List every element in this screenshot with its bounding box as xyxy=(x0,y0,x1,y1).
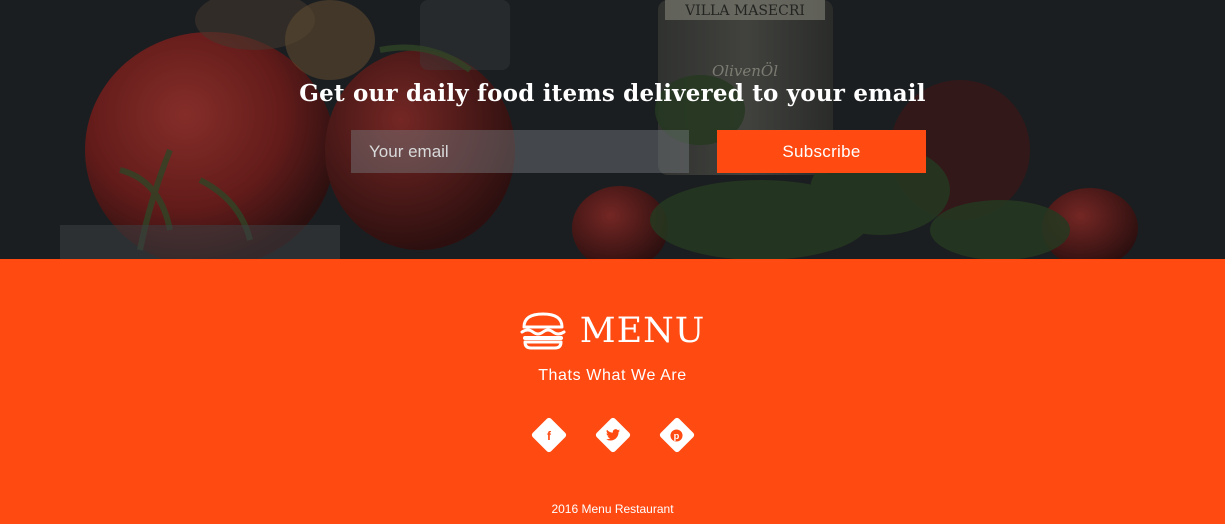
twitter-icon xyxy=(595,417,631,453)
logo-text: MENU xyxy=(579,311,706,351)
twitter-link[interactable] xyxy=(594,416,631,454)
svg-text:f: f xyxy=(547,429,552,442)
social-links: f p xyxy=(0,416,1225,454)
copyright-text: 2016 Menu Restaurant xyxy=(551,502,674,516)
newsletter-heading: Get our daily food items delivered to yo… xyxy=(299,80,926,107)
burger-icon xyxy=(520,312,566,350)
pinterest-link[interactable]: p xyxy=(658,416,695,454)
facebook-icon: f xyxy=(531,417,567,453)
footer-logo[interactable]: MENU xyxy=(0,312,1225,350)
svg-text:p: p xyxy=(674,431,680,441)
facebook-link[interactable]: f xyxy=(530,416,567,454)
pinterest-icon: p xyxy=(659,417,695,453)
site-footer: MENU Thats What We Are f p 2016 Menu Res… xyxy=(0,259,1225,524)
email-input[interactable] xyxy=(351,130,689,173)
subscribe-button[interactable]: Subscribe xyxy=(717,130,926,173)
footer-tagline: Thats What We Are xyxy=(538,367,687,384)
newsletter-form: Get our daily food items delivered to yo… xyxy=(0,0,1225,259)
newsletter-section: VILLA MASECRI OlivenÖl Get our daily foo… xyxy=(0,0,1225,259)
